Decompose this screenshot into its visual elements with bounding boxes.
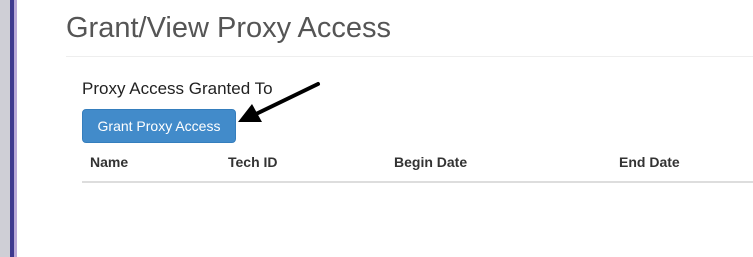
page-title: Grant/View Proxy Access — [66, 12, 392, 44]
column-header-name: Name — [90, 154, 129, 170]
column-header-begin-date: Begin Date — [394, 154, 468, 170]
table-header-divider — [82, 181, 753, 183]
table-header: Name Tech ID Begin Date End Date — [82, 152, 753, 182]
column-header-end-date: End Date — [619, 154, 680, 170]
arrow-icon — [238, 82, 320, 122]
column-header-tech-id: Tech ID — [228, 154, 278, 170]
grant-proxy-access-button[interactable]: Grant Proxy Access — [82, 109, 236, 143]
left-border — [0, 0, 10, 257]
left-border-highlight — [14, 0, 17, 257]
title-divider — [66, 56, 753, 57]
